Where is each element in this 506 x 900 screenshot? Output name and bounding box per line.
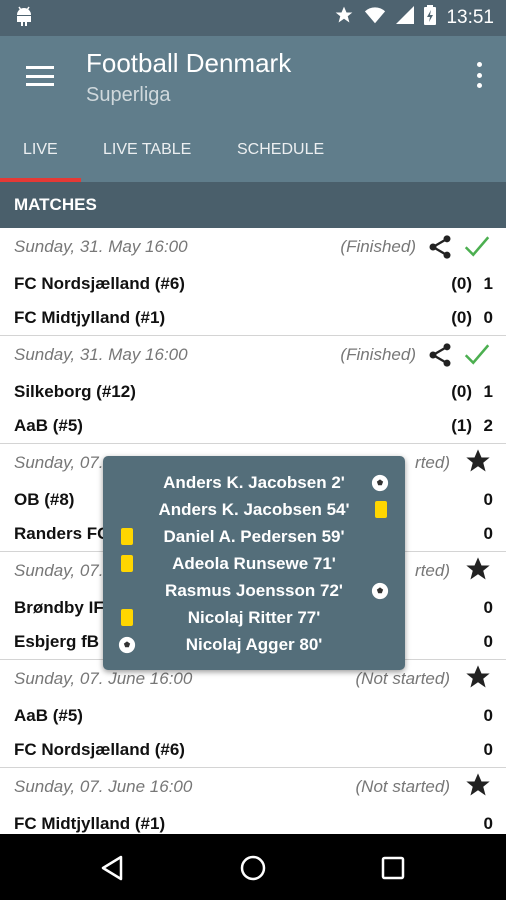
home-icon[interactable] (237, 852, 269, 884)
team-name: FC Nordsjælland (#6) (14, 274, 185, 293)
match-date: Sunday, 07. (14, 561, 104, 580)
tab-live[interactable]: LIVE (23, 128, 58, 182)
match-status: (Finished) (340, 237, 416, 256)
status-time: 13:51 (446, 7, 494, 28)
match-date: Sunday, 07. (14, 453, 104, 472)
event-text: Rasmus Joensson 72' (165, 581, 343, 600)
overflow-menu-icon[interactable] (476, 62, 482, 88)
half-time-score: (1) (451, 416, 472, 435)
match-event: Adeola Runsewe 71' (103, 551, 405, 578)
match-status: (Not started) (355, 777, 450, 796)
away-team-row: FC Nordsjælland (#6) 0 (0, 732, 506, 766)
event-text: Daniel A. Pedersen 59' (163, 527, 345, 546)
back-icon[interactable] (97, 852, 129, 884)
home-team-row: Silkeborg (#12) (0) 1 (0, 374, 506, 408)
app-bar: Football Denmark Superliga (0, 36, 506, 128)
star-icon[interactable] (464, 663, 492, 691)
match-status: (Finished) (340, 345, 416, 364)
battery-icon (424, 5, 437, 31)
match-date: Sunday, 07. June 16:00 (14, 669, 193, 688)
team-score: 0 (483, 740, 493, 759)
half-time-score: (0) (451, 308, 472, 327)
recents-icon[interactable] (377, 852, 409, 884)
team-name: Silkeborg (#12) (14, 382, 136, 401)
team-score: 0 (483, 490, 493, 509)
match-event: Daniel A. Pedersen 59' (103, 524, 405, 551)
match-event: Nicolaj Ritter 77' (103, 605, 405, 632)
team-name: FC Nordsjælland (#6) (14, 740, 185, 759)
menu-icon[interactable] (26, 66, 54, 86)
match-status: rted) (415, 453, 450, 472)
signal-icon (396, 6, 415, 30)
event-text: Anders K. Jacobsen 54' (158, 500, 350, 519)
team-name: Brøndby IF (14, 598, 104, 617)
match-date: Sunday, 31. May 16:00 (14, 237, 188, 256)
match-event: Nicolaj Agger 80' (103, 632, 405, 659)
team-score: 1 (483, 274, 493, 293)
match-card[interactable]: Sunday, 31. May 16:00 (Finished) FC Nord… (0, 228, 506, 336)
tab-bar: LIVE LIVE TABLE SCHEDULE (0, 128, 506, 182)
match-date: Sunday, 31. May 16:00 (14, 345, 188, 364)
yellow-card-icon (375, 501, 387, 518)
match-event: Anders K. Jacobsen 54' (103, 497, 405, 524)
check-icon (462, 339, 492, 369)
team-score: 0 (483, 524, 493, 543)
team-name: FC Midtjylland (#1) (14, 308, 166, 327)
event-text: Nicolaj Agger 80' (185, 635, 323, 654)
team-name: OB (#8) (14, 490, 75, 509)
match-event: Anders K. Jacobsen 2' (103, 470, 405, 497)
home-team-row: FC Nordsjælland (#6) (0) 1 (0, 266, 506, 300)
event-text: Adeola Runsewe 71' (172, 554, 336, 573)
star-icon[interactable] (464, 771, 492, 799)
team-name: Randers FC (14, 524, 110, 543)
home-team-row: AaB (#5) 0 (0, 698, 506, 732)
match-status: (Not started) (355, 669, 450, 688)
away-team-row: FC Midtjylland (#1) (0) 0 (0, 300, 506, 334)
tab-live-table[interactable]: LIVE TABLE (103, 128, 191, 182)
team-name: AaB (#5) (14, 416, 83, 435)
ball-icon (371, 474, 389, 492)
team-score: 1 (483, 382, 493, 401)
match-card[interactable]: Sunday, 31. May 16:00 (Finished) Silkebo… (0, 336, 506, 444)
ball-icon (371, 582, 389, 600)
team-score: 2 (483, 416, 493, 435)
team-score: 0 (483, 814, 493, 833)
share-icon[interactable] (426, 233, 454, 261)
star-icon[interactable] (464, 555, 492, 583)
star-icon[interactable] (464, 447, 492, 475)
navigation-bar (0, 834, 506, 900)
event-text: Anders K. Jacobsen 2' (163, 473, 345, 492)
match-date: Sunday, 07. June 16:00 (14, 777, 193, 796)
match-status: rted) (415, 561, 450, 580)
match-events-popup[interactable]: Anders K. Jacobsen 2' Anders K. Jacobsen… (103, 456, 405, 670)
check-icon (462, 231, 492, 261)
away-team-row: AaB (#5) (1) 2 (0, 408, 506, 442)
status-bar: 13:51 (0, 0, 506, 36)
wifi-icon (364, 5, 386, 31)
match-card[interactable]: Sunday, 07. June 16:00 (Not started) AaB… (0, 660, 506, 768)
team-score: 0 (483, 632, 493, 651)
team-name: Esbjerg fB (14, 632, 100, 651)
team-name: AaB (#5) (14, 706, 83, 725)
half-time-score: (0) (451, 382, 472, 401)
share-icon[interactable] (426, 341, 454, 369)
section-header: MATCHES (0, 182, 506, 228)
team-name: FC Midtjylland (#1) (14, 814, 166, 833)
event-text: Nicolaj Ritter 77' (187, 608, 321, 627)
app-title: Football Denmark (86, 48, 292, 78)
team-score: 0 (483, 308, 493, 327)
team-score: 0 (483, 706, 493, 725)
star-status-icon (334, 5, 354, 31)
tab-schedule[interactable]: SCHEDULE (237, 128, 324, 182)
android-icon (14, 5, 34, 32)
app-subtitle: Superliga (86, 84, 171, 106)
half-time-score: (0) (451, 274, 472, 293)
team-score: 0 (483, 598, 493, 617)
match-event: Rasmus Joensson 72' (103, 578, 405, 605)
